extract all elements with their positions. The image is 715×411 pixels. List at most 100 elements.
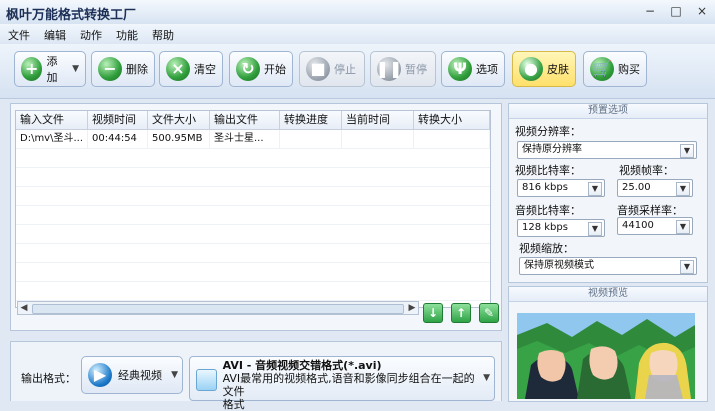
scroll-right-icon[interactable]: ▶ [407, 303, 417, 313]
file-list-panel: 输入文件 视频时间 文件大小 输出文件 转换进度 当前时间 转换大小 D:\mv… [10, 103, 502, 331]
move-down-button[interactable]: ↓ [423, 303, 443, 323]
chevron-down-icon[interactable]: ▼ [680, 144, 694, 158]
scroll-left-icon[interactable]: ◀ [19, 303, 29, 313]
minimize-icon[interactable]: − [643, 4, 657, 18]
close-icon[interactable]: × [695, 4, 709, 18]
col-input-file[interactable]: 输入文件 [16, 111, 88, 129]
output-format-label: 输出格式： [21, 372, 76, 385]
skin-button[interactable]: ● 皮肤 [512, 51, 576, 87]
chevron-down-icon[interactable]: ▼ [483, 373, 490, 383]
add-label: 添加 [46, 55, 58, 84]
menu-action[interactable]: 动作 [80, 27, 102, 43]
col-converted-size[interactable]: 转换大小 [414, 111, 490, 129]
empty-row [16, 263, 490, 282]
clear-button[interactable]: × 清空 [159, 51, 223, 87]
samplerate-select[interactable]: 44100 ▼ [617, 217, 693, 235]
maximize-icon[interactable]: □ [669, 4, 683, 18]
buy-button[interactable]: 🛒 购买 [583, 51, 647, 87]
col-progress[interactable]: 转换进度 [280, 111, 342, 129]
scroll-thumb[interactable] [32, 304, 404, 314]
clear-label: 清空 [194, 63, 216, 76]
col-file-size[interactable]: 文件大小 [148, 111, 210, 129]
cell-input-file: D:\mv\圣斗... [16, 130, 88, 148]
window-title: 枫叶万能格式转换工厂 [6, 8, 137, 23]
video-file-icon [196, 369, 217, 391]
scale-value: 保持原视频模式 [524, 260, 594, 271]
audio-bitrate-select[interactable]: 128 kbps ▼ [517, 219, 605, 237]
window-controls: − □ × [643, 4, 709, 18]
format-title: AVI - 音频视频交错格式(*.avi) [222, 359, 382, 372]
start-button[interactable]: ↻ 开始 [229, 51, 293, 87]
stop-button[interactable]: ■ 停止 [299, 51, 365, 87]
options-label: 选项 [476, 63, 498, 76]
fps-select[interactable]: 25.00 ▼ [617, 179, 693, 197]
chevron-down-icon[interactable]: ▼ [588, 182, 602, 196]
anime-frame-icon [517, 313, 695, 399]
col-current-time[interactable]: 当前时间 [342, 111, 414, 129]
output-format-bar: 输出格式： ▶ 经典视频 ▼ AVI - 音频视频交错格式(*.avi) AVI… [10, 341, 502, 411]
chevron-down-icon[interactable]: ▼ [171, 370, 178, 380]
cell-current-time [342, 130, 414, 148]
resolution-select[interactable]: 保持原分辨率 ▼ [517, 141, 697, 159]
arrow-down-icon: ↓ [427, 306, 439, 320]
arrow-up-icon: ↑ [455, 306, 467, 320]
empty-row [16, 244, 490, 263]
scale-select[interactable]: 保持原视频模式 ▼ [519, 257, 697, 275]
col-video-time[interactable]: 视频时间 [88, 111, 148, 129]
options-button[interactable]: Ψ 选项 [441, 51, 505, 87]
menu-function[interactable]: 功能 [116, 27, 138, 43]
video-preview [517, 313, 695, 399]
clear-icon: × [166, 57, 190, 81]
preset-title: 预置选项 [509, 104, 707, 119]
video-bitrate-select[interactable]: 816 kbps ▼ [517, 179, 605, 197]
pause-button[interactable]: ❚❚ 暂停 [370, 51, 436, 87]
plus-icon: + [21, 57, 43, 81]
cell-file-size: 500.95MB [148, 130, 210, 148]
cell-converted-size [414, 130, 490, 148]
title-bar: 枫叶万能格式转换工厂 − □ × [0, 0, 715, 25]
empty-row [16, 225, 490, 244]
fps-value: 25.00 [622, 182, 651, 193]
samplerate-value: 44100 [622, 220, 654, 231]
video-bitrate-label: 视频比特率： [515, 164, 581, 177]
add-button[interactable]: + 添加 ▼ [14, 51, 86, 87]
cell-output-file: 圣斗士星... [210, 130, 280, 148]
start-label: 开始 [264, 63, 286, 76]
horizontal-scrollbar[interactable]: ◀ ▶ [17, 301, 419, 315]
chevron-down-icon[interactable]: ▼ [680, 260, 694, 274]
format-description[interactable]: AVI - 音频视频交错格式(*.avi) AVI最常用的视频格式,语音和影像同… [189, 356, 495, 411]
move-up-button[interactable]: ↑ [451, 303, 471, 323]
video-bitrate-value: 816 kbps [522, 182, 568, 193]
tools-icon: Ψ [448, 57, 472, 81]
chevron-down-icon[interactable]: ▼ [72, 64, 79, 74]
col-output-file[interactable]: 输出文件 [210, 111, 280, 129]
resolution-value: 保持原分辨率 [522, 144, 582, 155]
menu-file[interactable]: 文件 [8, 27, 30, 43]
stop-icon: ■ [306, 57, 330, 81]
format-category-button[interactable]: ▶ 经典视频 ▼ [81, 356, 183, 394]
preview-title: 视频预览 [509, 287, 707, 302]
menu-help[interactable]: 帮助 [152, 27, 174, 43]
table-row[interactable]: D:\mv\圣斗... 00:44:54 500.95MB 圣斗士星... [16, 130, 490, 149]
format-category-label: 经典视频 [118, 369, 162, 382]
resolution-label: 视频分辨率： [515, 125, 581, 138]
menu-edit[interactable]: 编辑 [44, 27, 66, 43]
empty-row [16, 168, 490, 187]
chevron-down-icon[interactable]: ▼ [676, 220, 690, 234]
edit-button[interactable]: ✎ [479, 303, 499, 323]
table-header: 输入文件 视频时间 文件大小 输出文件 转换进度 当前时间 转换大小 [16, 111, 490, 130]
preview-panel: 视频预览 [508, 286, 708, 402]
chevron-down-icon[interactable]: ▼ [676, 182, 690, 196]
empty-row [16, 187, 490, 206]
empty-row [16, 149, 490, 168]
apple-icon: ● [519, 57, 543, 81]
edit-icon: ✎ [483, 306, 495, 320]
chevron-down-icon[interactable]: ▼ [588, 222, 602, 236]
file-table: 输入文件 视频时间 文件大小 输出文件 转换进度 当前时间 转换大小 D:\mv… [15, 110, 491, 308]
empty-row [16, 282, 490, 301]
stop-label: 停止 [334, 63, 356, 76]
audio-bitrate-value: 128 kbps [522, 222, 568, 233]
scale-label: 视频缩放： [519, 242, 574, 255]
preset-panel: 预置选项 视频分辨率： 保持原分辨率 ▼ 视频比特率： 视频帧率： 816 kb… [508, 103, 708, 283]
delete-button[interactable]: − 删除 [91, 51, 155, 87]
